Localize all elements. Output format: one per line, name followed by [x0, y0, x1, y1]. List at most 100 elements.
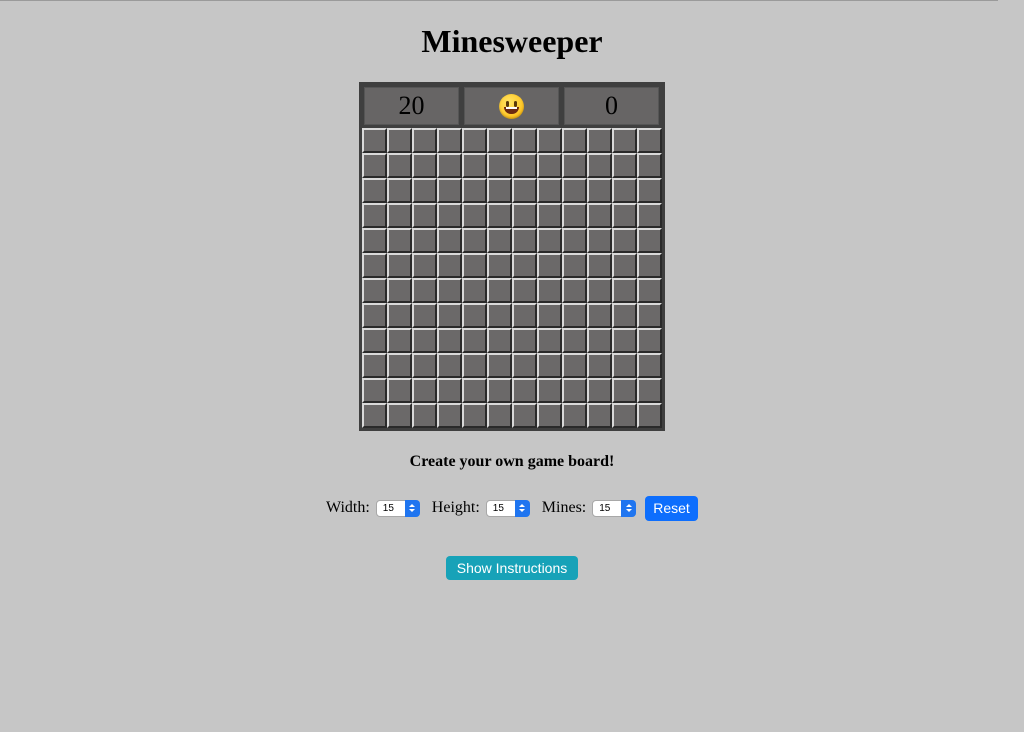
grid-cell[interactable]: [562, 278, 587, 303]
grid-cell[interactable]: [462, 178, 487, 203]
grid-cell[interactable]: [512, 378, 537, 403]
grid-cell[interactable]: [612, 278, 637, 303]
grid-cell[interactable]: [437, 278, 462, 303]
grid-cell[interactable]: [387, 178, 412, 203]
grid-cell[interactable]: [562, 378, 587, 403]
grid-cell[interactable]: [562, 353, 587, 378]
grid-cell[interactable]: [562, 303, 587, 328]
grid-cell[interactable]: [512, 278, 537, 303]
grid-cell[interactable]: [537, 128, 562, 153]
grid-cell[interactable]: [412, 228, 437, 253]
grid-cell[interactable]: [362, 128, 387, 153]
grid-cell[interactable]: [387, 253, 412, 278]
grid-cell[interactable]: [562, 328, 587, 353]
grid-cell[interactable]: [637, 203, 662, 228]
show-instructions-button[interactable]: Show Instructions: [446, 556, 578, 580]
grid-cell[interactable]: [487, 228, 512, 253]
height-select[interactable]: 15: [485, 499, 530, 517]
grid-cell[interactable]: [537, 278, 562, 303]
grid-cell[interactable]: [437, 303, 462, 328]
grid-cell[interactable]: [612, 303, 637, 328]
grid-cell[interactable]: [387, 128, 412, 153]
grid-cell[interactable]: [412, 303, 437, 328]
grid-cell[interactable]: [462, 403, 487, 428]
grid-cell[interactable]: [487, 253, 512, 278]
grid-cell[interactable]: [387, 203, 412, 228]
grid-cell[interactable]: [637, 228, 662, 253]
grid-cell[interactable]: [637, 153, 662, 178]
grid-cell[interactable]: [587, 128, 612, 153]
grid-cell[interactable]: [412, 253, 437, 278]
grid-cell[interactable]: [437, 178, 462, 203]
grid-cell[interactable]: [637, 303, 662, 328]
grid-cell[interactable]: [562, 178, 587, 203]
grid-cell[interactable]: [462, 128, 487, 153]
grid-cell[interactable]: [537, 178, 562, 203]
grid-cell[interactable]: [387, 328, 412, 353]
grid-cell[interactable]: [387, 403, 412, 428]
reset-button[interactable]: Reset: [645, 495, 698, 521]
mines-select[interactable]: 15: [592, 499, 637, 517]
grid-cell[interactable]: [362, 178, 387, 203]
grid-cell[interactable]: [562, 228, 587, 253]
grid-cell[interactable]: [612, 128, 637, 153]
grid-cell[interactable]: [587, 378, 612, 403]
grid-cell[interactable]: [562, 403, 587, 428]
grid-cell[interactable]: [537, 403, 562, 428]
grid-cell[interactable]: [587, 203, 612, 228]
grid-cell[interactable]: [512, 228, 537, 253]
grid-cell[interactable]: [412, 378, 437, 403]
grid-cell[interactable]: [362, 253, 387, 278]
grid-cell[interactable]: [537, 228, 562, 253]
grid-cell[interactable]: [462, 328, 487, 353]
grid-cell[interactable]: [437, 228, 462, 253]
grid-cell[interactable]: [437, 328, 462, 353]
grid-cell[interactable]: [612, 328, 637, 353]
grid-cell[interactable]: [362, 403, 387, 428]
grid-cell[interactable]: [462, 228, 487, 253]
grid-cell[interactable]: [562, 128, 587, 153]
grid-cell[interactable]: [412, 353, 437, 378]
grid-cell[interactable]: [562, 153, 587, 178]
grid-cell[interactable]: [637, 353, 662, 378]
grid-cell[interactable]: [362, 328, 387, 353]
grid-cell[interactable]: [637, 278, 662, 303]
grid-cell[interactable]: [512, 203, 537, 228]
grid-cell[interactable]: [587, 353, 612, 378]
grid-cell[interactable]: [587, 153, 612, 178]
grid-cell[interactable]: [637, 128, 662, 153]
grid-cell[interactable]: [512, 303, 537, 328]
grid-cell[interactable]: [362, 378, 387, 403]
grid-cell[interactable]: [487, 353, 512, 378]
grid-cell[interactable]: [637, 378, 662, 403]
grid-cell[interactable]: [437, 203, 462, 228]
grid-cell[interactable]: [637, 253, 662, 278]
grid-cell[interactable]: [387, 278, 412, 303]
grid-cell[interactable]: [362, 303, 387, 328]
grid-cell[interactable]: [462, 203, 487, 228]
grid-cell[interactable]: [462, 278, 487, 303]
grid-cell[interactable]: [487, 378, 512, 403]
grid-cell[interactable]: [487, 303, 512, 328]
grid-cell[interactable]: [612, 178, 637, 203]
grid-cell[interactable]: [437, 378, 462, 403]
grid-cell[interactable]: [512, 328, 537, 353]
grid-cell[interactable]: [412, 403, 437, 428]
grid-cell[interactable]: [612, 203, 637, 228]
grid-cell[interactable]: [362, 278, 387, 303]
grid-cell[interactable]: [587, 303, 612, 328]
grid-cell[interactable]: [462, 378, 487, 403]
grid-cell[interactable]: [462, 303, 487, 328]
grid-cell[interactable]: [487, 278, 512, 303]
grid-cell[interactable]: [587, 228, 612, 253]
grid-cell[interactable]: [637, 178, 662, 203]
grid-cell[interactable]: [362, 153, 387, 178]
grid-cell[interactable]: [462, 153, 487, 178]
width-select[interactable]: 15: [375, 499, 420, 517]
grid-cell[interactable]: [487, 328, 512, 353]
grid-cell[interactable]: [387, 303, 412, 328]
grid-cell[interactable]: [587, 178, 612, 203]
grid-cell[interactable]: [412, 153, 437, 178]
grid-cell[interactable]: [387, 228, 412, 253]
grid-cell[interactable]: [537, 253, 562, 278]
